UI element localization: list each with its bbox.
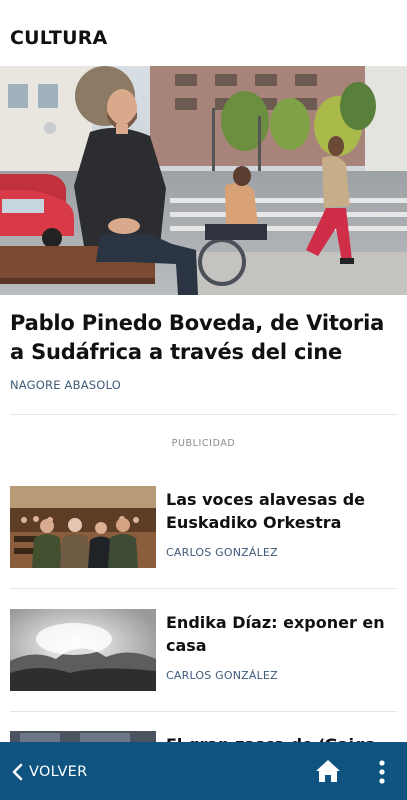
bottom-nav-bar: VOLVER <box>0 742 407 800</box>
more-options-button[interactable] <box>372 759 392 785</box>
article-thumbnail[interactable] <box>10 609 156 691</box>
article-item-endika[interactable]: Endika Díaz: exponer en casa CARLOS GONZ… <box>10 609 402 693</box>
back-label: VOLVER <box>29 764 88 780</box>
article-thumbnail[interactable] <box>10 486 156 568</box>
lead-headline[interactable]: Pablo Pinedo Boveda, de Vitoria a Sudáfr… <box>10 309 402 367</box>
lead-author: NAGORE ABASOLO <box>10 378 121 392</box>
back-button[interactable]: VOLVER <box>10 761 88 783</box>
article-title[interactable]: Endika Díaz: exponer en casa <box>166 611 398 657</box>
chevron-left-icon <box>12 763 23 781</box>
divider <box>10 588 397 589</box>
article-title[interactable]: Las voces alavesas de Euskadiko Orkestra <box>166 488 398 534</box>
divider <box>10 711 397 712</box>
home-button[interactable] <box>315 759 341 783</box>
home-icon <box>316 760 340 782</box>
ad-label: PUBLICIDAD <box>171 438 236 449</box>
lead-image[interactable] <box>0 66 407 295</box>
article-author: CARLOS GONZÁLEZ <box>166 546 278 559</box>
app-header: CULTURA <box>0 0 407 66</box>
section-title: CULTURA <box>10 27 108 49</box>
article-item-orkestra[interactable]: Las voces alavesas de Euskadiko Orkestra… <box>10 486 402 570</box>
divider <box>10 414 397 415</box>
more-vertical-icon <box>379 760 385 784</box>
article-author: CARLOS GONZÁLEZ <box>166 669 278 682</box>
